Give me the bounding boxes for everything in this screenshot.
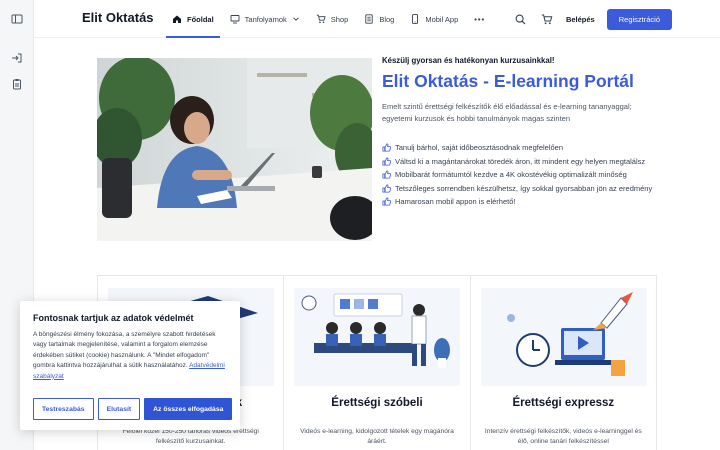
nav-label: Shop bbox=[330, 14, 349, 24]
card-description: Videós e-learning, kidolgozott tételek e… bbox=[300, 428, 454, 446]
phone-icon bbox=[412, 14, 419, 24]
document-icon bbox=[365, 14, 373, 24]
cookie-text-wrap: A böngészési élmény fokozása, a személyr… bbox=[33, 330, 227, 382]
card-title: Érettségi szóbeli bbox=[331, 397, 423, 409]
list-item: Tetszőleges sorrendben készülhetsz, így … bbox=[382, 182, 662, 196]
hero-image bbox=[97, 58, 372, 241]
clipboard-icon[interactable] bbox=[10, 77, 24, 91]
card-description: Intenzív érettségi felkészítők, videós e… bbox=[484, 428, 642, 446]
nav-item-mobile-app[interactable]: Mobil App bbox=[402, 0, 466, 38]
screen-icon bbox=[230, 15, 240, 24]
signup-button[interactable]: Regisztráció bbox=[606, 9, 672, 30]
list-item: Tanulj bárhol, saját időbeosztásodnak me… bbox=[382, 141, 662, 155]
list-item: Váltsd ki a magántanárokat töredék áron,… bbox=[382, 155, 662, 169]
reject-button[interactable]: Elutasít bbox=[97, 398, 141, 420]
more-menu-button[interactable]: ••• bbox=[466, 0, 493, 38]
login-icon[interactable] bbox=[10, 51, 24, 65]
nav-item-courses[interactable]: Tanfolyamok bbox=[222, 0, 308, 38]
feature-text: Hamarosan mobil appon is elérhető! bbox=[395, 197, 516, 207]
login-link[interactable]: Belépés bbox=[566, 15, 595, 24]
brand-logo[interactable]: Elit Oktatás bbox=[82, 10, 154, 25]
hero-title: Elit Oktatás - E-learning Portál bbox=[382, 71, 634, 91]
nav-label: Tanfolyamok bbox=[244, 14, 287, 24]
nav-item-shop[interactable]: Shop bbox=[308, 0, 357, 38]
cookie-buttons: Testreszabás Elutasít Az összes elfogadá… bbox=[33, 398, 233, 420]
nav-item-blog[interactable]: Blog bbox=[356, 0, 402, 38]
course-card-oral[interactable]: Érettségi szóbeli Videós e-learning, kid… bbox=[284, 276, 471, 450]
thumbs-up-icon bbox=[382, 197, 391, 206]
course-card-express[interactable]: Érettségi expressz Intenzív érettségi fe… bbox=[471, 276, 656, 450]
cart-icon[interactable] bbox=[540, 13, 554, 27]
search-icon[interactable] bbox=[514, 13, 528, 27]
card-illustration-oral bbox=[294, 288, 461, 386]
nav-label: Mobil App bbox=[425, 14, 459, 24]
cookie-title: Fontosnak tartjuk az adatok védelmét bbox=[33, 313, 194, 323]
thumbs-up-icon bbox=[382, 184, 391, 193]
feature-text: Tanulj bárhol, saját időbeosztásodnak me… bbox=[395, 143, 564, 153]
card-title: Érettségi expressz bbox=[512, 397, 615, 409]
header-actions: Belépés Regisztráció bbox=[514, 9, 672, 30]
accept-all-button[interactable]: Az összes elfogadása bbox=[144, 398, 233, 420]
list-item: Hamarosan mobil appon is elérhető! bbox=[382, 195, 662, 209]
thumbs-up-icon bbox=[382, 157, 391, 166]
thumbs-up-icon bbox=[382, 143, 391, 152]
nav-label: Blog bbox=[379, 14, 395, 24]
main-nav: Főoldal Tanfolyamok Shop Blog Mobil App … bbox=[164, 0, 493, 38]
feature-list: Tanulj bárhol, saját időbeosztásodnak me… bbox=[382, 141, 662, 209]
card-illustration-express bbox=[480, 288, 647, 386]
feature-text: Váltsd ki a magántanárokat töredék áron,… bbox=[395, 156, 646, 166]
top-header: Elit Oktatás Főoldal Tanfolyamok Shop Bl… bbox=[34, 0, 720, 38]
list-item: Mobilbarát formátumtól kezdve a 4K okost… bbox=[382, 168, 662, 182]
hero-tagline: Készülj gyorsan és hatékonyan kurzusaink… bbox=[382, 56, 555, 65]
cookie-consent-dialog: Fontosnak tartjuk az adatok védelmét A b… bbox=[20, 301, 240, 430]
cart-icon bbox=[316, 14, 326, 24]
feature-text: Tetszőleges sorrendben készülhetsz, így … bbox=[395, 183, 653, 193]
hero-text: Készülj gyorsan és hatékonyan kurzusaink… bbox=[382, 56, 662, 209]
card-description: Felölel közel 150-250 tanórás videós ére… bbox=[122, 428, 259, 446]
feature-text: Mobilbarát formátumtól kezdve a 4K okost… bbox=[395, 170, 627, 180]
nav-item-home[interactable]: Főoldal bbox=[164, 0, 222, 38]
thumbs-up-icon bbox=[382, 170, 391, 179]
home-icon bbox=[173, 15, 181, 23]
sidebar-toggle-icon[interactable] bbox=[10, 12, 24, 26]
nav-label: Főoldal bbox=[187, 14, 214, 24]
hero-description: Emelt szintű érettségi felkészítők élő e… bbox=[382, 102, 632, 123]
customize-button[interactable]: Testreszabás bbox=[33, 398, 94, 420]
chevron-down-icon bbox=[293, 17, 299, 21]
